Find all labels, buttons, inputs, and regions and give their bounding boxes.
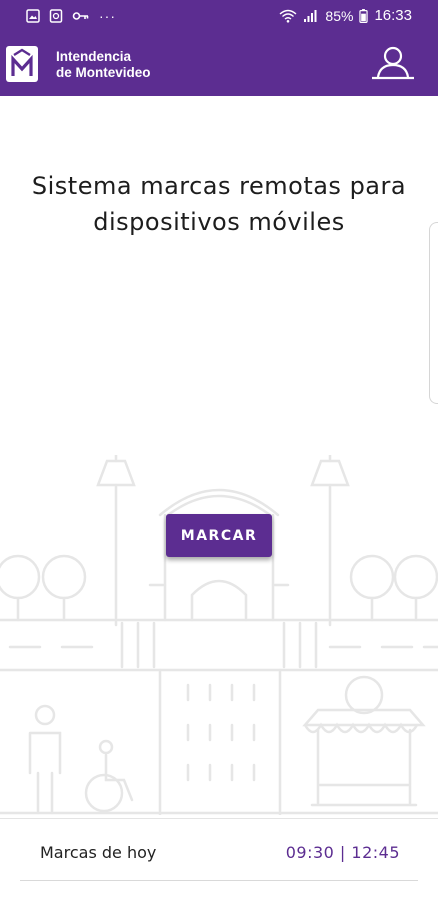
key-icon xyxy=(72,12,89,20)
status-left-icons: ··· xyxy=(26,8,116,24)
wifi-icon xyxy=(279,9,297,23)
screenshot-icon xyxy=(49,9,63,23)
today-marks-panel: Marcas de hoy 09:30 | 12:45 xyxy=(0,818,438,901)
page-title: Sistema marcas remotas para dispositivos… xyxy=(31,172,407,236)
more-dots-icon: ··· xyxy=(99,8,116,24)
edge-panel-handle[interactable] xyxy=(429,222,438,404)
divider xyxy=(20,880,418,881)
today-marks-label: Marcas de hoy xyxy=(40,843,157,862)
brand-name: Intendencia de Montevideo xyxy=(56,49,151,81)
user-icon xyxy=(372,46,414,80)
city-illustration xyxy=(0,455,438,815)
today-marks-times: 09:30 | 12:45 xyxy=(285,843,400,862)
battery-percent: 85% xyxy=(325,7,354,24)
status-bar: ··· 85% 16:33 xyxy=(0,0,438,32)
user-profile-button[interactable] xyxy=(370,46,416,82)
gallery-icon xyxy=(26,9,40,23)
logo-mark-icon xyxy=(11,48,33,76)
brand-line-1: Intendencia xyxy=(56,49,132,64)
app-bar: Intendencia de Montevideo xyxy=(0,32,438,96)
signal-icon xyxy=(304,9,317,22)
battery-icon xyxy=(359,8,369,23)
intendencia-logo xyxy=(6,46,38,82)
status-right: 85% 16:33 xyxy=(279,7,412,24)
brand-line-2: de Montevideo xyxy=(56,65,151,80)
status-time: 16:33 xyxy=(374,7,412,24)
marcar-button[interactable]: MARCAR xyxy=(166,514,272,557)
